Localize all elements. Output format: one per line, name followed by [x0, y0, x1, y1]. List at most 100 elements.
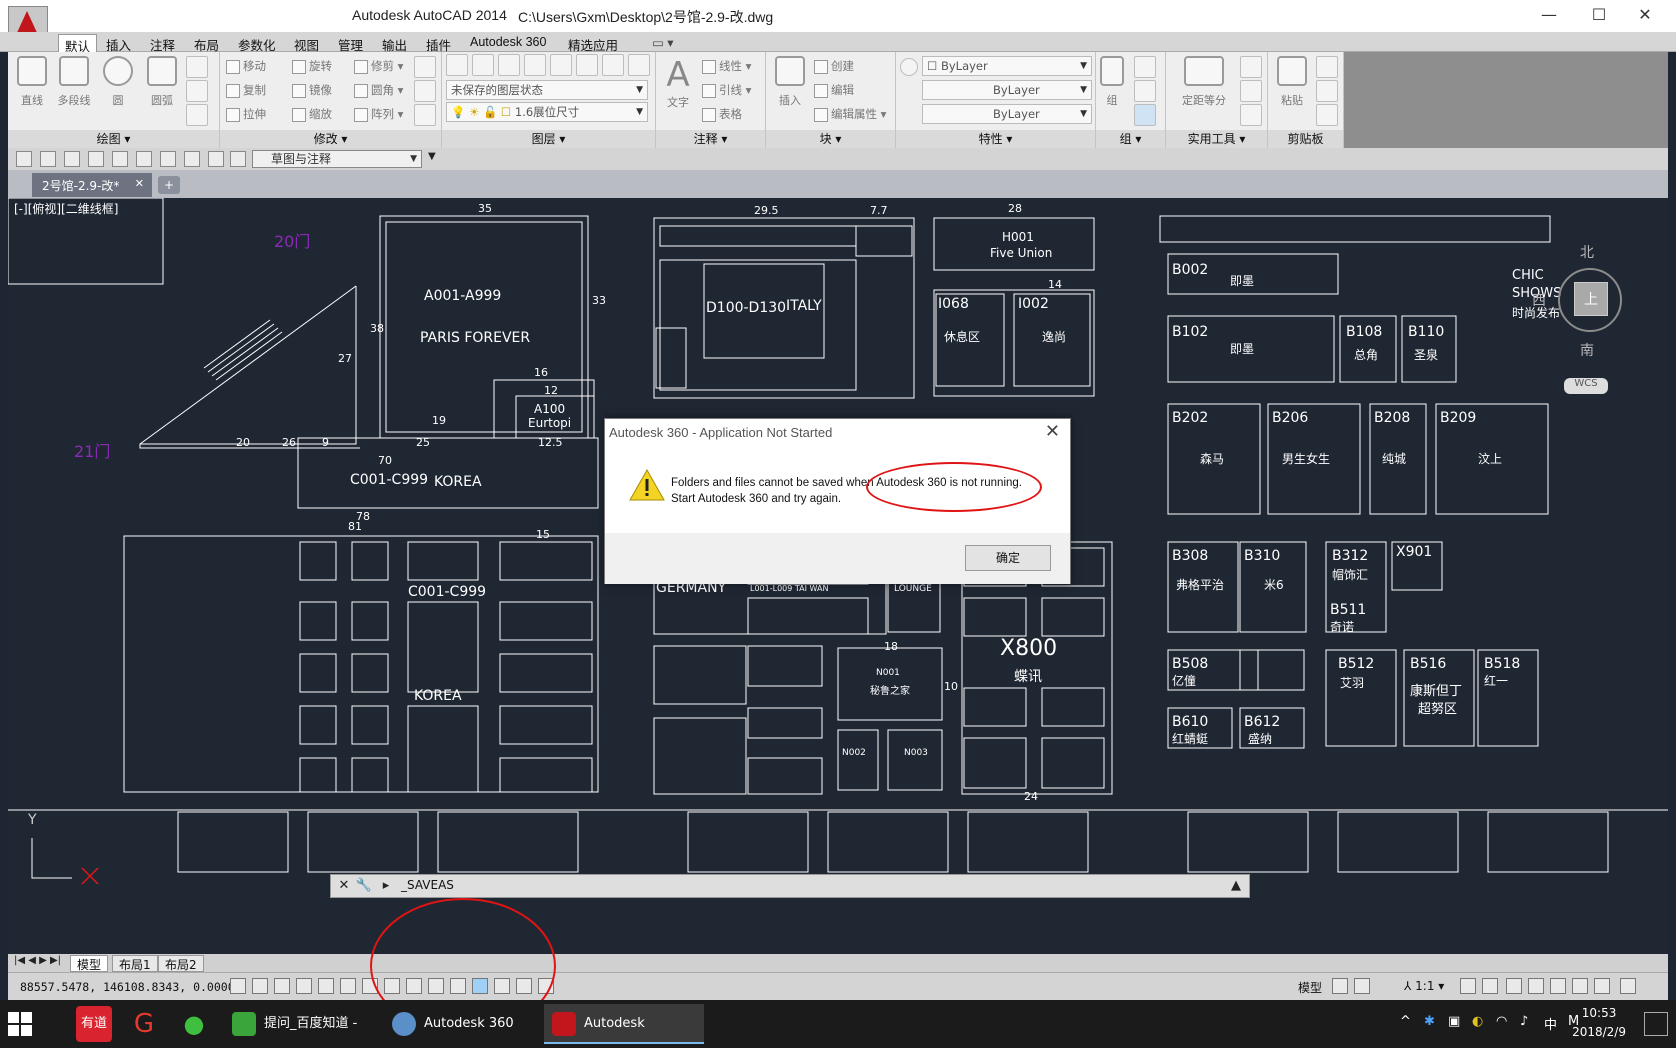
- edit-block-button[interactable]: 编辑: [814, 80, 854, 100]
- new-tab-button[interactable]: +: [158, 176, 180, 194]
- notifications-icon[interactable]: [1644, 1012, 1668, 1036]
- region-button[interactable]: [186, 104, 208, 126]
- stretch-button[interactable]: 拉伸: [226, 104, 266, 124]
- circle-button[interactable]: 圆: [98, 56, 138, 108]
- match-properties-icon[interactable]: [900, 58, 918, 76]
- infer-constraints-icon[interactable]: [230, 978, 246, 994]
- wcs-menu[interactable]: WCS: [1564, 378, 1608, 394]
- edit-attributes-button[interactable]: 编辑属性 ▾: [814, 104, 886, 124]
- tab-annotate[interactable]: 注释: [144, 34, 181, 53]
- hardware-accel-icon[interactable]: [1550, 978, 1566, 994]
- scale-button[interactable]: 缩放: [292, 104, 332, 124]
- taskbar-task-browser[interactable]: 提问_百度知道 - 3...: [224, 1004, 374, 1044]
- workspace-switching-icon[interactable]: [1506, 978, 1522, 994]
- undo-dropdown-icon[interactable]: [184, 151, 200, 167]
- wifi-icon[interactable]: ◠: [1496, 1014, 1507, 1029]
- line-button[interactable]: 直线: [12, 56, 52, 108]
- youdao-app-icon[interactable]: 有道: [76, 1006, 112, 1042]
- layout-nav-icons[interactable]: |◀ ◀ ▶ ▶|: [14, 955, 61, 966]
- current-layer-select[interactable]: 💡 ☀ 🔓 ☐ 1.6展位尺寸 ▼: [446, 102, 648, 122]
- taskbar-task-autodesk360[interactable]: Autodesk 360 (53 ...: [384, 1004, 534, 1044]
- grid-display-icon[interactable]: [274, 978, 290, 994]
- viewcube-north[interactable]: 北: [1580, 242, 1594, 262]
- group-button[interactable]: 组: [1098, 56, 1126, 108]
- viewcube-top-face[interactable]: 上: [1574, 282, 1608, 316]
- tab-output[interactable]: 输出: [376, 34, 413, 53]
- layer-tool-button-1[interactable]: [472, 54, 494, 76]
- viewport-controls[interactable]: [-][俯视][二维线框]: [14, 200, 118, 217]
- tab-layout2[interactable]: 布局2: [158, 955, 204, 972]
- ribbon-toggle-icon[interactable]: ▭ ▾: [646, 34, 680, 52]
- tray-app-icon[interactable]: ▣: [1448, 1014, 1460, 1029]
- close-button[interactable]: ✕: [1630, 4, 1660, 26]
- undo-icon[interactable]: [136, 151, 152, 167]
- layer-tool-button-3[interactable]: [524, 54, 546, 76]
- viewcube-west[interactable]: 西: [1532, 290, 1546, 310]
- utility-button-3[interactable]: [1240, 104, 1262, 126]
- auto-scale-icon[interactable]: [1482, 978, 1498, 994]
- layer-tool-button-5[interactable]: [576, 54, 598, 76]
- arc-button[interactable]: 圆弧: [142, 56, 182, 108]
- cut-button[interactable]: [1316, 56, 1338, 78]
- quick-view-layouts-icon[interactable]: [1332, 978, 1348, 994]
- trim-button[interactable]: 修剪 ▾: [354, 56, 403, 76]
- copy-base-button[interactable]: [1316, 104, 1338, 126]
- doc-tab-current[interactable]: 2号馆-2.9-改* ✕: [32, 173, 152, 197]
- customize-qat-icon[interactable]: ▼: [428, 151, 436, 162]
- measure-button[interactable]: 定距等分: [1176, 56, 1232, 108]
- redo-dropdown-icon[interactable]: [208, 151, 224, 167]
- ungroup-button[interactable]: [1134, 56, 1156, 78]
- command-line[interactable]: ✕ 🔧 ▸ _SAVEAS ▲: [330, 874, 1250, 898]
- utility-button-2[interactable]: [1240, 80, 1262, 102]
- offset-button[interactable]: [414, 104, 436, 126]
- tab-featured-apps[interactable]: 精选应用: [562, 34, 624, 53]
- array-button[interactable]: 阵列 ▾: [354, 104, 403, 124]
- group-select-button[interactable]: [1134, 104, 1156, 126]
- rotate-button[interactable]: 旋转: [292, 56, 332, 76]
- model-space-label[interactable]: 模型: [1298, 979, 1322, 996]
- polar-tracking-icon[interactable]: [318, 978, 334, 994]
- erase-button[interactable]: [414, 56, 436, 78]
- tray-network-icon[interactable]: ◐: [1472, 1014, 1483, 1029]
- linear-dim-button[interactable]: 线性 ▾: [702, 56, 751, 76]
- layer-state-select[interactable]: 未保存的图层状态 ▼: [446, 80, 648, 100]
- snap-mode-icon[interactable]: [252, 978, 268, 994]
- modify-panel-title[interactable]: 修改 ▾: [220, 130, 441, 148]
- tab-layout[interactable]: 布局: [188, 34, 225, 53]
- status-menu-icon[interactable]: [1620, 978, 1636, 994]
- lock-icon[interactable]: [1528, 978, 1544, 994]
- command-history-icon[interactable]: ▲: [1227, 877, 1245, 895]
- open-file-icon[interactable]: [40, 151, 56, 167]
- volume-icon[interactable]: ♪: [1520, 1014, 1528, 1029]
- clean-screen-icon[interactable]: [1594, 978, 1610, 994]
- save-icon[interactable]: [64, 151, 80, 167]
- isolate-objects-icon[interactable]: [1572, 978, 1588, 994]
- hatch-button[interactable]: [186, 80, 208, 102]
- fillet-button[interactable]: 圆角 ▾: [354, 80, 403, 100]
- insert-block-button[interactable]: 插入: [770, 56, 810, 108]
- taskbar-clock[interactable]: 10:53 2018/2/9: [1572, 1004, 1626, 1042]
- create-block-button[interactable]: 创建: [814, 56, 854, 76]
- tab-manage[interactable]: 管理: [332, 34, 369, 53]
- tab-autodesk360[interactable]: Autodesk 360: [464, 34, 552, 52]
- table-button[interactable]: 表格: [702, 104, 742, 124]
- viewcube-south[interactable]: 南: [1580, 340, 1594, 360]
- bluetooth-icon[interactable]: ✱: [1424, 1014, 1435, 1029]
- workspace-select[interactable]: 草图与注释 ▼: [252, 150, 422, 168]
- back-icon[interactable]: [230, 151, 246, 167]
- paste-button[interactable]: 粘贴: [1272, 56, 1312, 108]
- draw-panel-title[interactable]: 绘图 ▾: [8, 130, 219, 148]
- command-prompt-icon[interactable]: ▸: [377, 877, 395, 895]
- utility-button-1[interactable]: [1240, 56, 1262, 78]
- layer-tool-button-7[interactable]: [628, 54, 650, 76]
- annotation-panel-title[interactable]: 注释 ▾: [656, 130, 765, 148]
- explode-button[interactable]: [414, 80, 436, 102]
- mirror-button[interactable]: 镜像: [292, 80, 332, 100]
- layer-tool-button-6[interactable]: [602, 54, 624, 76]
- group-edit-button[interactable]: [1134, 80, 1156, 102]
- polyline-button[interactable]: 多段线: [54, 56, 94, 108]
- tab-parametric[interactable]: 参数化: [232, 34, 282, 53]
- ortho-mode-icon[interactable]: [296, 978, 312, 994]
- command-input[interactable]: _SAVEAS: [401, 878, 454, 892]
- move-button[interactable]: 移动: [226, 56, 266, 76]
